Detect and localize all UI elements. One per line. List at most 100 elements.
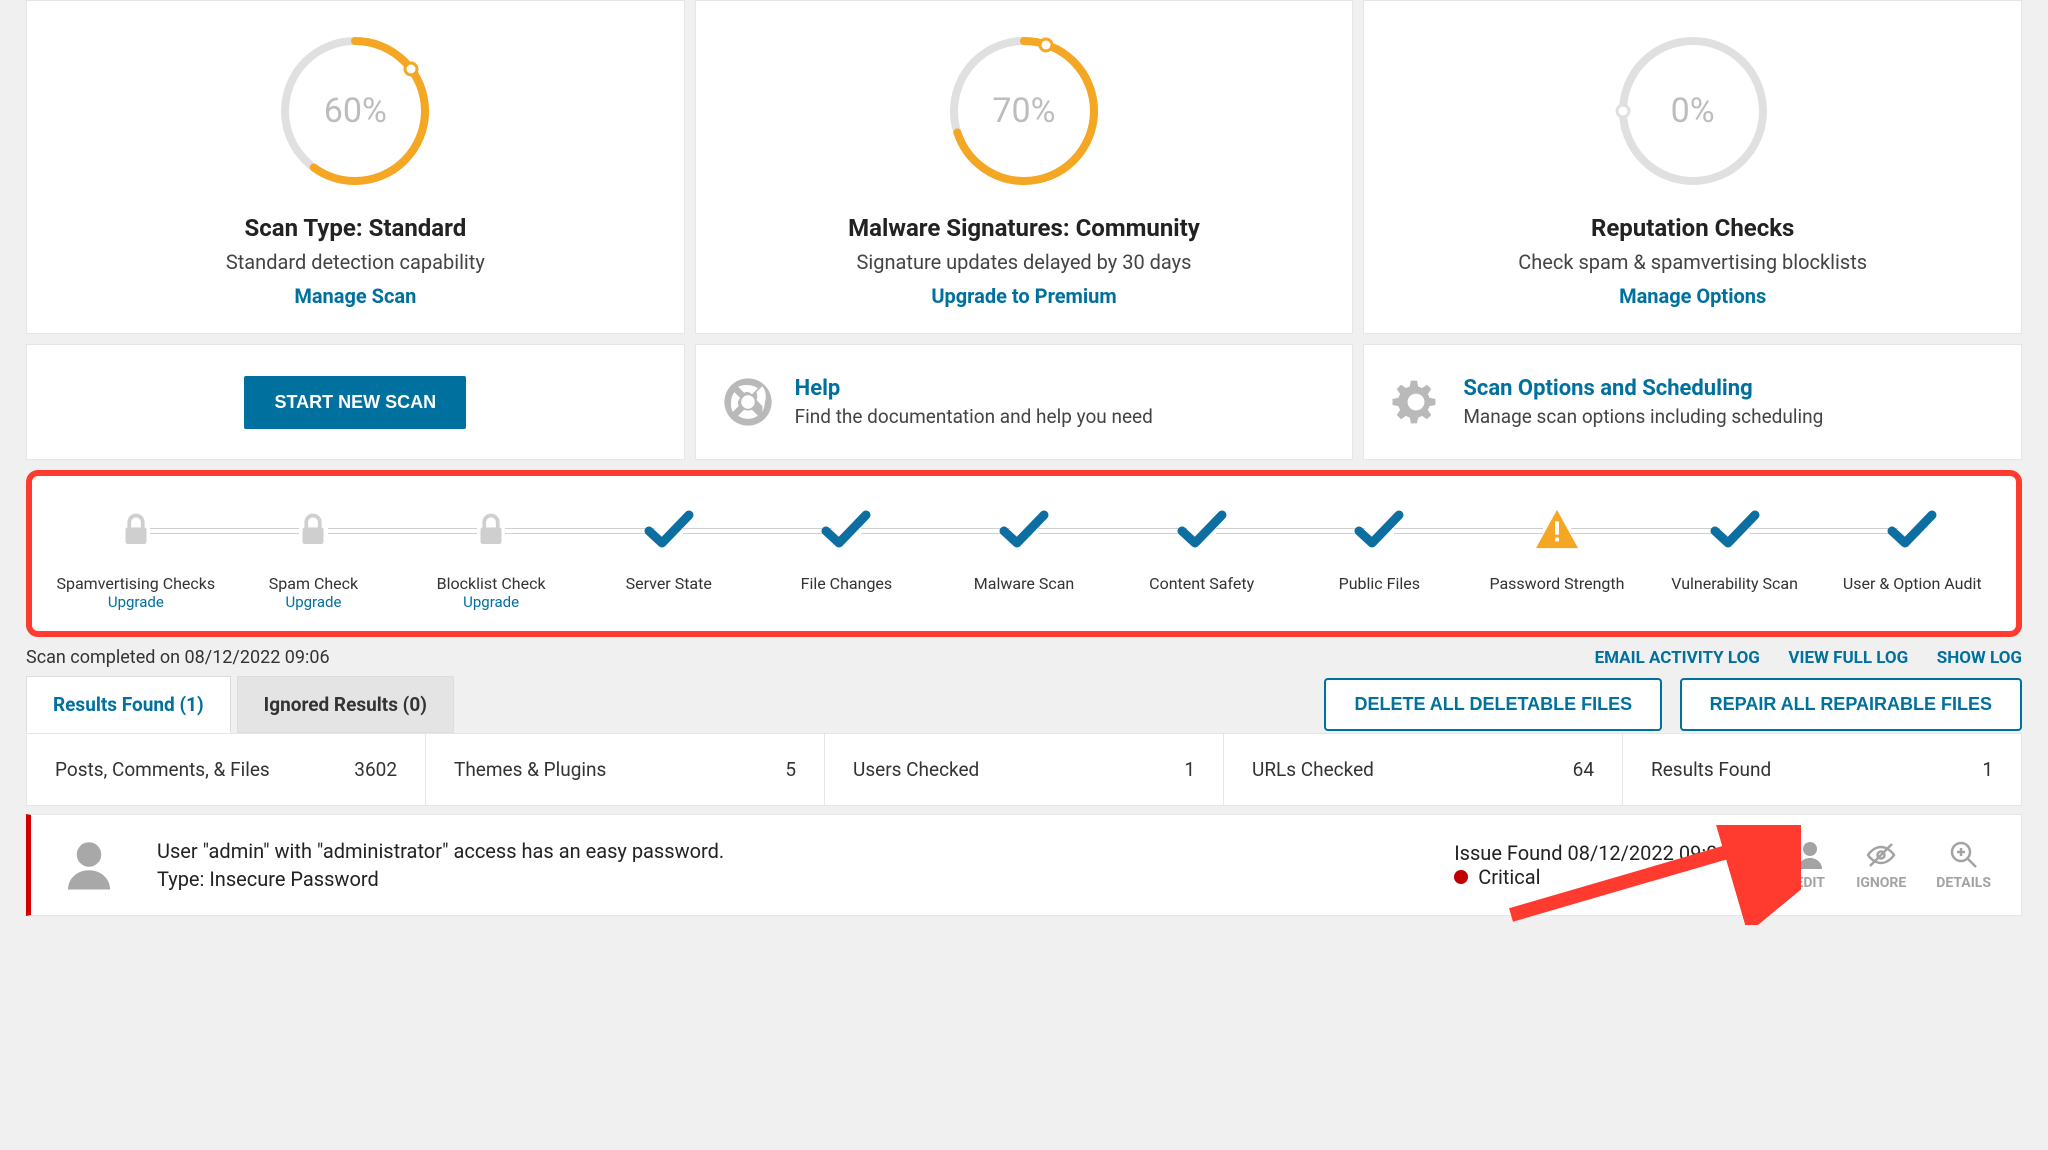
status-card-malware: 70% Malware Signatures: Community Signat… [695, 0, 1354, 334]
step-icon-wrap [1646, 506, 1824, 556]
stat-label: Results Found [1651, 758, 1771, 781]
manage-options-link[interactable]: Manage Options [1619, 284, 1766, 308]
edit-issue-button[interactable]: EDIT [1794, 839, 1826, 891]
critical-dot-icon [1454, 870, 1468, 884]
progress-percent: 60% [324, 91, 387, 131]
stat-cell: Posts, Comments, & Files3602 [27, 734, 426, 805]
check-icon [999, 509, 1049, 553]
card-subtitle: Signature updates delayed by 30 days [857, 250, 1192, 274]
issue-row: User "admin" with "administrator" access… [26, 814, 2022, 916]
step-icon-wrap [47, 506, 225, 556]
issue-type-text: Type: Insecure Password [157, 867, 1454, 891]
stat-cell: URLs Checked 64 [1224, 734, 1623, 805]
warning-icon [1534, 508, 1580, 554]
options-cell: Scan Options and Scheduling Manage scan … [1363, 344, 2022, 460]
step-icon-wrap [1823, 506, 2001, 556]
progress-ring: 0% [1608, 26, 1778, 196]
scan-step: Server State [580, 506, 758, 593]
tab-results-found[interactable]: Results Found (1) [26, 676, 231, 733]
results-header: Scan completed on 08/12/2022 09:06 EMAIL… [26, 637, 2022, 676]
issue-desc-text: User "admin" with "administrator" access… [157, 839, 1454, 863]
scan-step: File Changes [758, 506, 936, 593]
progress-percent: 0% [1671, 91, 1715, 131]
step-icon-wrap [935, 506, 1113, 556]
step-label: Malware Scan [974, 574, 1074, 593]
check-icon [1354, 509, 1404, 553]
delete-all-button[interactable]: DELETE ALL DELETABLE FILES [1324, 678, 1662, 731]
progress-ring: 70% [939, 26, 1109, 196]
help-link[interactable]: Help [795, 376, 1153, 401]
tab-ignored-results[interactable]: Ignored Results (0) [237, 676, 454, 733]
step-label: Spam Check [269, 574, 358, 593]
step-label: Password Strength [1489, 574, 1624, 593]
show-log-link[interactable]: SHOW LOG [1937, 648, 2022, 668]
help-subtitle: Find the documentation and help you need [795, 405, 1153, 428]
issue-actions: EDIT IGNORE DETAILS [1794, 839, 1991, 891]
card-title: Reputation Checks [1591, 214, 1794, 242]
step-label: User & Option Audit [1843, 574, 1982, 593]
life-ring-icon [721, 375, 775, 429]
details-issue-button[interactable]: DETAILS [1936, 839, 1991, 891]
scan-step: Malware Scan [935, 506, 1113, 593]
log-links: EMAIL ACTIVITY LOG VIEW FULL LOG SHOW LO… [1570, 648, 2022, 668]
upgrade-link[interactable]: Upgrade [285, 593, 341, 611]
step-label: Server State [626, 574, 712, 593]
scan-step: Content Safety [1113, 506, 1291, 593]
stat-label: Users Checked [853, 758, 979, 781]
step-icon-wrap [758, 506, 936, 556]
check-icon [644, 509, 694, 553]
scan-step: Blocklist CheckUpgrade [402, 506, 580, 611]
stat-label: URLs Checked [1252, 758, 1374, 781]
scan-step: Spamvertising ChecksUpgrade [47, 506, 225, 611]
ignore-issue-button[interactable]: IGNORE [1856, 839, 1906, 891]
repair-all-button[interactable]: REPAIR ALL REPAIRABLE FILES [1680, 678, 2022, 731]
scan-steps-box: Spamvertising ChecksUpgradeSpam CheckUpg… [26, 470, 2022, 637]
step-label: Vulnerability Scan [1671, 574, 1798, 593]
upgrade-link[interactable]: Upgrade [108, 593, 164, 611]
lock-icon [473, 511, 509, 551]
stat-value: 64 [1573, 758, 1594, 781]
start-new-scan-button[interactable]: START NEW SCAN [244, 376, 466, 429]
eye-slash-icon [1865, 839, 1897, 871]
issue-found-text: Issue Found 08/12/2022 09:06 [1454, 841, 1794, 865]
step-icon-wrap [1468, 506, 1646, 556]
upgrade-link[interactable]: Upgrade [463, 593, 519, 611]
progress-ring: 60% [270, 26, 440, 196]
view-full-log-link[interactable]: VIEW FULL LOG [1788, 648, 1908, 668]
step-icon-wrap [1113, 506, 1291, 556]
status-card-reputation: 0% Reputation Checks Check spam & spamve… [1363, 0, 2022, 334]
check-icon [1710, 509, 1760, 553]
stat-cell: Users Checked1 [825, 734, 1224, 805]
help-cell: Help Find the documentation and help you… [695, 344, 1354, 460]
scan-step: Vulnerability Scan [1646, 506, 1824, 593]
manage-scan-link[interactable]: Manage Scan [294, 284, 416, 308]
gear-icon [1389, 375, 1443, 429]
step-label: File Changes [801, 574, 893, 593]
step-icon-wrap [580, 506, 758, 556]
scan-options-link[interactable]: Scan Options and Scheduling [1463, 376, 1823, 401]
magnify-plus-icon [1948, 839, 1980, 871]
status-card-scan-type: 60% Scan Type: Standard Standard detecti… [26, 0, 685, 334]
upgrade-premium-link[interactable]: Upgrade to Premium [931, 284, 1116, 308]
tabs-row: Results Found (1) Ignored Results (0) DE… [26, 676, 2022, 733]
step-label: Content Safety [1149, 574, 1254, 593]
bulk-buttons: DELETE ALL DELETABLE FILES REPAIR ALL RE… [1310, 678, 2022, 731]
options-subtitle: Manage scan options including scheduling [1463, 405, 1823, 428]
scan-step: User & Option Audit [1823, 506, 2001, 593]
stat-label: Themes & Plugins [454, 758, 606, 781]
card-subtitle: Standard detection capability [226, 250, 485, 274]
issue-status: Issue Found 08/12/2022 09:06 Critical [1454, 841, 1794, 889]
step-icon-wrap [402, 506, 580, 556]
scan-step: Public Files [1290, 506, 1468, 593]
stats-row: Posts, Comments, & Files3602 Themes & Plu… [26, 733, 2022, 806]
stat-value: 5 [785, 758, 796, 781]
card-title: Scan Type: Standard [244, 214, 466, 242]
email-activity-log-link[interactable]: EMAIL ACTIVITY LOG [1595, 648, 1760, 668]
stat-cell: Results Found1 [1623, 734, 2021, 805]
card-title: Malware Signatures: Community [848, 214, 1200, 242]
issue-description: User "admin" with "administrator" access… [157, 839, 1454, 891]
stat-label: Posts, Comments, & Files [55, 758, 270, 781]
check-icon [821, 509, 871, 553]
user-icon [61, 837, 117, 893]
scan-step: Spam CheckUpgrade [225, 506, 403, 611]
